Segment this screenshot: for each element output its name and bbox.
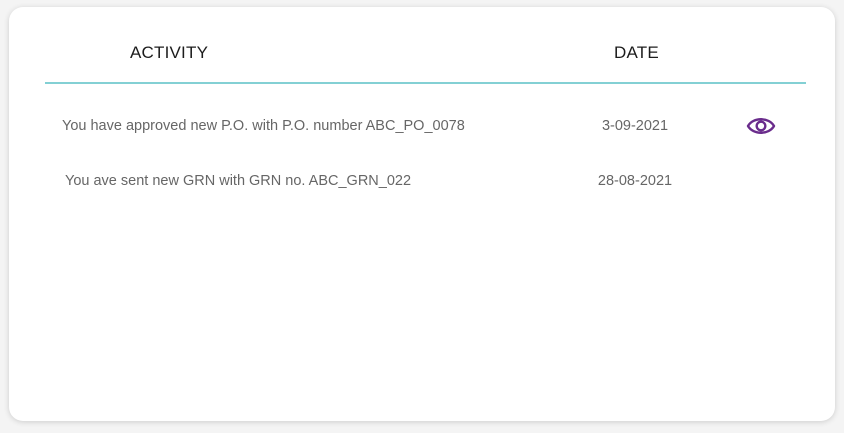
eye-icon [746,118,776,134]
column-header-activity: ACTIVITY [130,43,209,62]
activity-card: ACTIVITY DATE You have approved new P.O.… [9,7,835,421]
date-cell: 28-08-2021 [597,173,673,189]
table-row: You ave sent new GRN with GRN no. ABC_GR… [9,167,835,197]
table-header: ACTIVITY DATE [45,7,806,84]
column-header-date: DATE [614,43,659,62]
view-button[interactable] [746,114,776,138]
activity-cell: You have approved new P.O. with P.O. num… [62,118,465,134]
table-row: You have approved new P.O. with P.O. num… [9,112,835,142]
activity-cell: You ave sent new GRN with GRN no. ABC_GR… [65,173,412,189]
date-cell: 3-09-2021 [601,118,669,134]
